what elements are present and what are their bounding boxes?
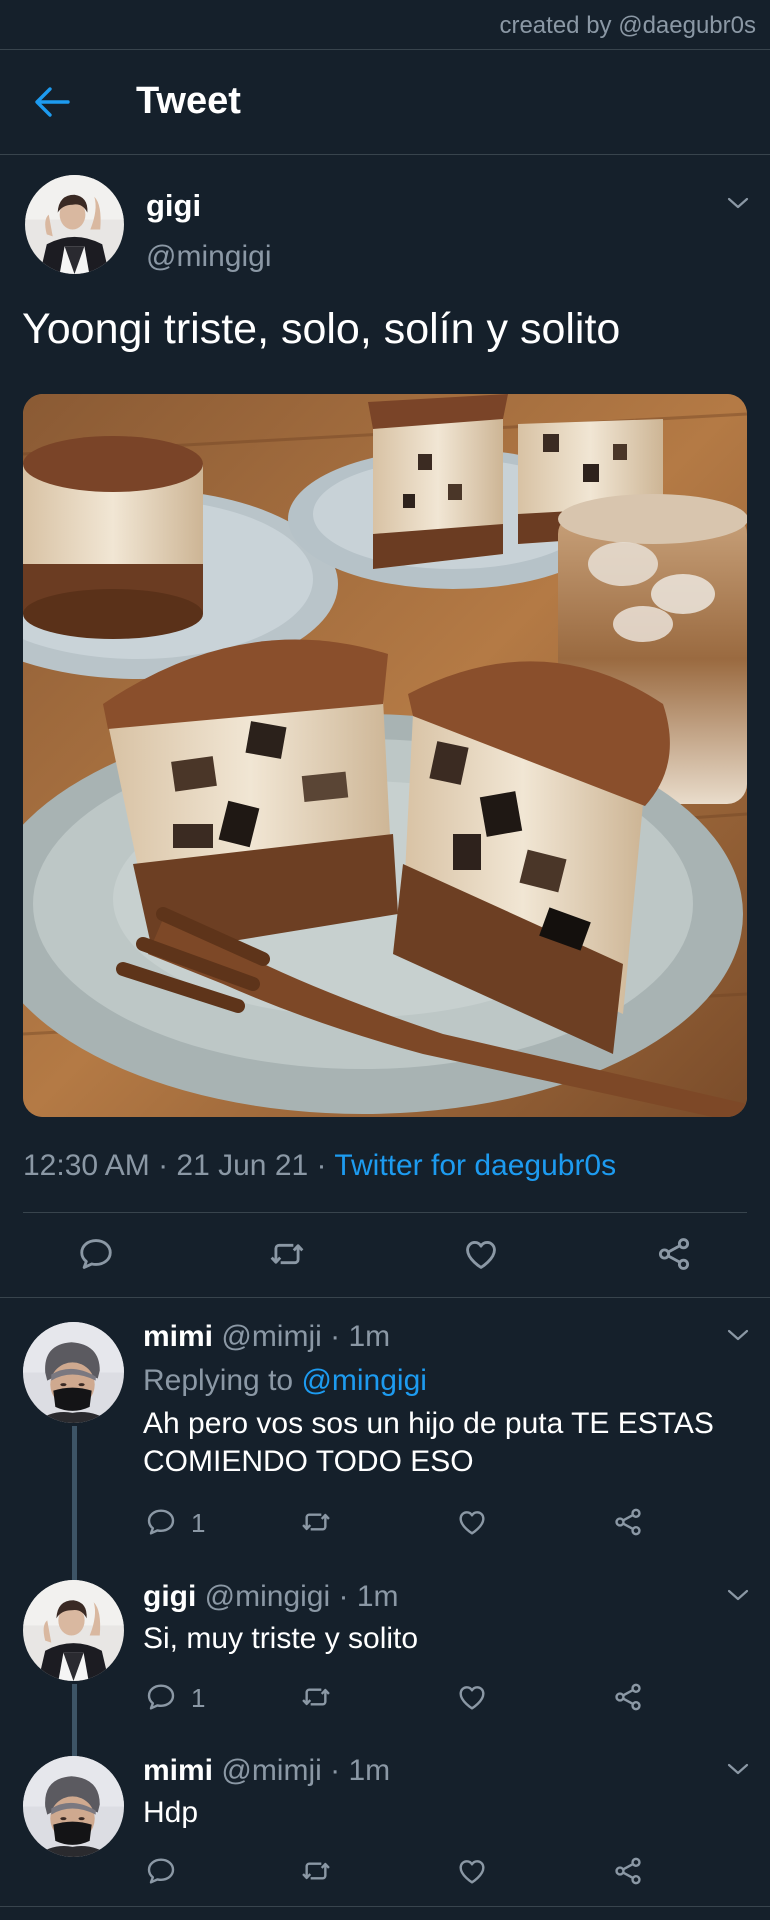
share-icon — [612, 1506, 644, 1538]
reply-text: Ah pero vos sos un hijo de puta TE ESTAS… — [143, 1405, 714, 1481]
retweet-icon — [300, 1506, 332, 1538]
share-button[interactable] — [612, 1681, 644, 1713]
speech-bubble-icon — [77, 1235, 115, 1273]
avatar[interactable] — [25, 175, 124, 274]
actions-divider — [0, 1297, 770, 1298]
reply-button[interactable] — [145, 1855, 177, 1887]
avatar-image — [23, 1322, 124, 1423]
chevron-down-icon — [724, 193, 752, 213]
avatar[interactable] — [23, 1756, 124, 1857]
reply-text: Hdp — [143, 1796, 199, 1829]
meta-divider — [23, 1212, 747, 1213]
share-button[interactable] — [612, 1855, 644, 1887]
avatar[interactable] — [23, 1322, 124, 1423]
author-handle[interactable]: @mingigi — [146, 240, 272, 274]
like-button[interactable] — [456, 1506, 488, 1538]
reply-menu-button[interactable] — [724, 1325, 752, 1345]
author-name[interactable]: gigi — [146, 188, 201, 224]
reply-header: gigi @mingigi · 1m — [143, 1580, 399, 1614]
avatar[interactable] — [23, 1580, 124, 1681]
reply-handle-time: @mimji · 1m — [213, 1754, 391, 1787]
speech-bubble-icon — [145, 1681, 177, 1713]
share-icon — [612, 1681, 644, 1713]
retweet-icon — [268, 1235, 306, 1273]
like-button[interactable] — [462, 1235, 500, 1273]
retweet-button[interactable] — [300, 1681, 332, 1713]
thread-connector — [72, 1426, 77, 1581]
tweet-photo[interactable] — [23, 394, 747, 1117]
avatar-image — [23, 1756, 124, 1857]
header-divider — [0, 154, 770, 155]
reply-count: 1 — [191, 1508, 206, 1538]
tweet-text: Yoongi triste, solo, solín y solito — [22, 305, 621, 353]
page-title: Tweet — [136, 80, 241, 122]
replying-to: Replying to @mingigi — [143, 1364, 427, 1398]
reply-button[interactable] — [145, 1681, 177, 1713]
like-button[interactable] — [456, 1855, 488, 1887]
reply-header: mimi @mimji · 1m — [143, 1754, 390, 1788]
reply-handle-time: @mingigi · 1m — [196, 1580, 399, 1613]
tweet-source-link[interactable]: Twitter for daegubr0s — [334, 1149, 616, 1182]
tweet-timestamp: 12:30 AM · 21 Jun 21 · — [23, 1149, 335, 1182]
bottom-divider — [0, 1906, 770, 1907]
reply-text-line: COMIENDO TODO ESO — [143, 1445, 474, 1478]
creator-credit: created by @daegubr0s — [499, 12, 756, 39]
speech-bubble-icon — [145, 1506, 177, 1538]
avatar-image — [23, 1580, 124, 1681]
reply-button[interactable] — [77, 1235, 115, 1273]
top-divider — [0, 49, 770, 50]
reply-text: Si, muy triste y solito — [143, 1622, 419, 1655]
reply-author-name[interactable]: mimi — [143, 1754, 213, 1787]
reply-text-line: Ah pero vos sos un hijo de puta TE ESTAS — [143, 1407, 714, 1440]
speech-bubble-icon — [145, 1855, 177, 1887]
retweet-icon — [300, 1855, 332, 1887]
reply-author-name[interactable]: gigi — [143, 1580, 196, 1613]
reply-handle-time: @mimji · 1m — [213, 1320, 391, 1353]
share-button[interactable] — [612, 1506, 644, 1538]
heart-icon — [456, 1681, 488, 1713]
chevron-down-icon — [724, 1325, 752, 1345]
back-button[interactable] — [32, 84, 72, 120]
replying-to-handle[interactable]: @mingigi — [301, 1364, 427, 1397]
arrow-left-icon — [35, 87, 70, 117]
reply-menu-button[interactable] — [724, 1759, 752, 1779]
reply-count: 1 — [191, 1683, 206, 1713]
chevron-down-icon — [724, 1759, 752, 1779]
tweet-menu-button[interactable] — [724, 193, 752, 213]
heart-icon — [462, 1235, 500, 1273]
share-icon — [612, 1855, 644, 1887]
reply-menu-button[interactable] — [724, 1585, 752, 1605]
chevron-down-icon — [724, 1585, 752, 1605]
retweet-icon — [300, 1681, 332, 1713]
reply-button[interactable] — [145, 1506, 177, 1538]
reply-author-name[interactable]: mimi — [143, 1320, 213, 1353]
heart-icon — [456, 1855, 488, 1887]
avatar-image — [25, 175, 124, 274]
thread-connector — [72, 1684, 77, 1756]
reply-header: mimi @mimji · 1m — [143, 1320, 390, 1354]
heart-icon — [456, 1506, 488, 1538]
retweet-button[interactable] — [300, 1855, 332, 1887]
retweet-button[interactable] — [268, 1235, 306, 1273]
cake-photo — [23, 394, 747, 1117]
retweet-button[interactable] — [300, 1506, 332, 1538]
share-icon — [655, 1235, 693, 1273]
tweet-meta: 12:30 AM · 21 Jun 21 · Twitter for daegu… — [23, 1149, 616, 1183]
share-button[interactable] — [655, 1235, 693, 1273]
like-button[interactable] — [456, 1681, 488, 1713]
replying-to-label: Replying to — [143, 1364, 302, 1397]
